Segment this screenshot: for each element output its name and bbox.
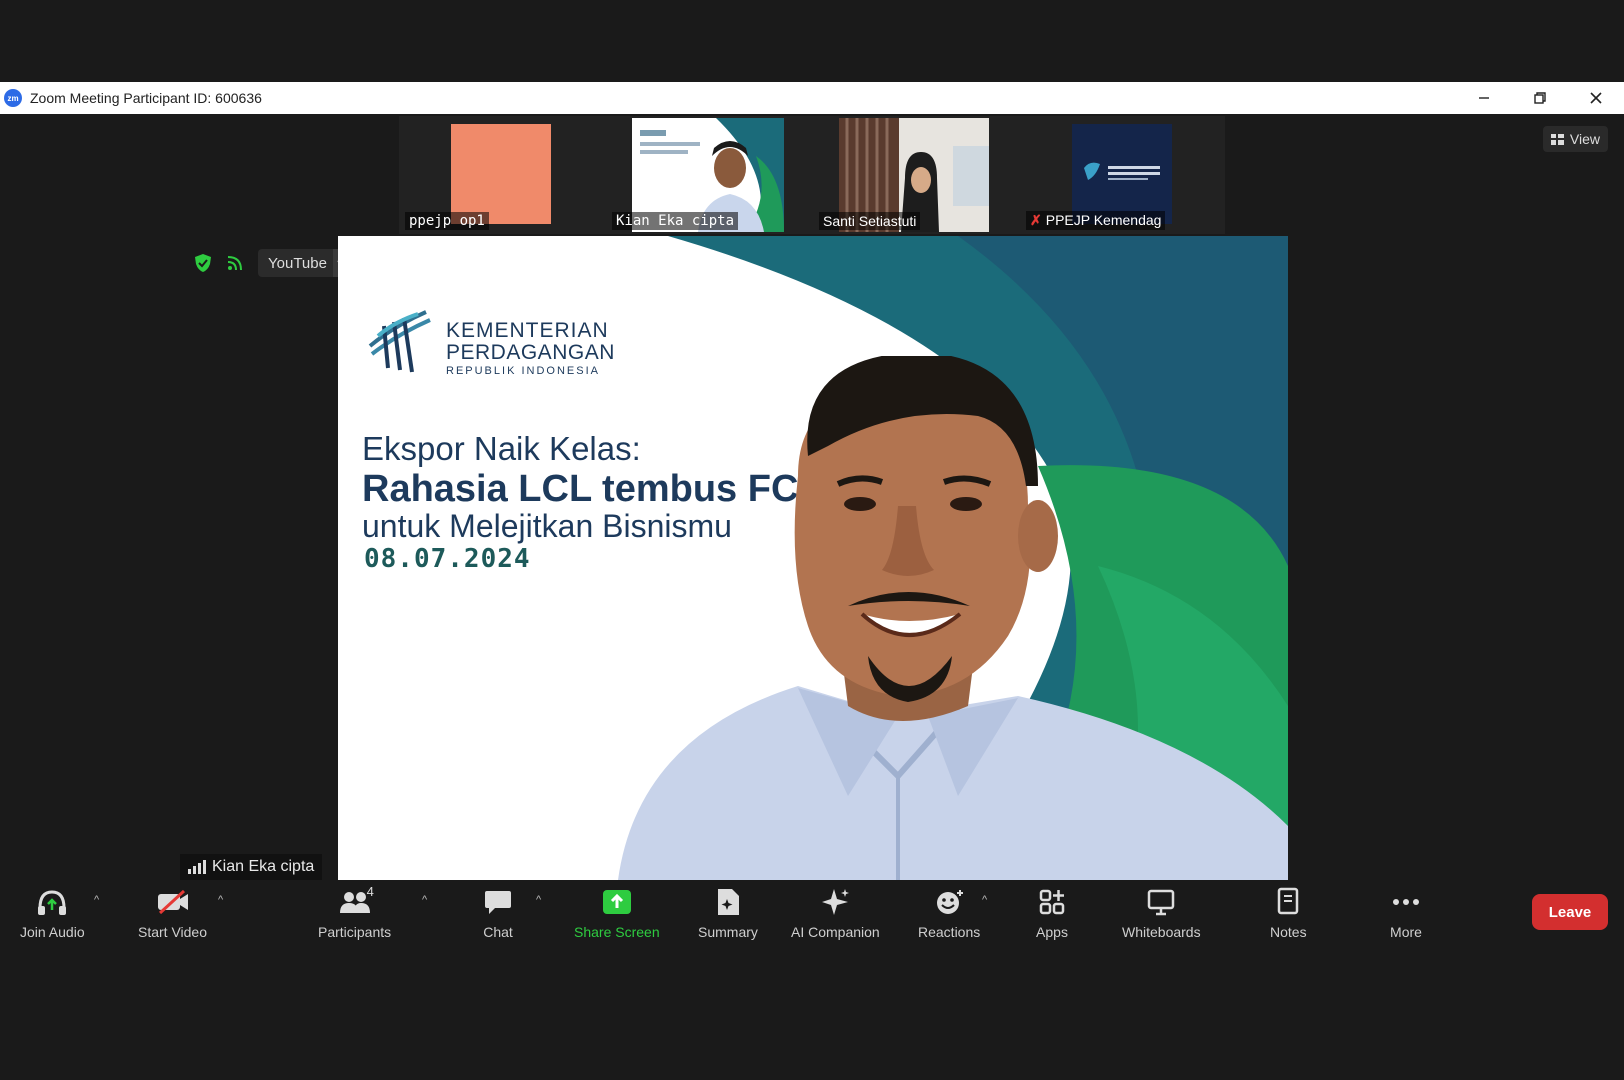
participant-tile[interactable]: ppejp op1 bbox=[399, 116, 602, 234]
join-audio-label: Join Audio bbox=[20, 924, 85, 940]
chat-label: Chat bbox=[483, 924, 513, 940]
window-title: Zoom Meeting Participant ID: 600636 bbox=[30, 90, 262, 106]
participant-tile[interactable]: Santi Setiastuti bbox=[813, 116, 1016, 234]
participants-options-chevron-icon[interactable]: ^ bbox=[422, 894, 427, 906]
avatar bbox=[451, 124, 551, 224]
reactions-options-chevron-icon[interactable]: ^ bbox=[982, 894, 987, 906]
whiteboard-icon bbox=[1148, 889, 1175, 916]
join-audio-button[interactable]: Join Audio bbox=[20, 886, 85, 940]
close-button[interactable] bbox=[1568, 82, 1624, 114]
muted-mic-icon: ✗ bbox=[1030, 212, 1042, 228]
summary-label: Summary bbox=[698, 924, 758, 940]
ai-companion-label: AI Companion bbox=[791, 924, 880, 940]
connection-signal-icon bbox=[188, 860, 206, 874]
ai-companion-button[interactable]: AI Companion bbox=[791, 886, 880, 940]
more-dots-icon bbox=[1393, 899, 1419, 905]
share-screen-icon bbox=[602, 890, 631, 914]
participant-thumbnail-strip: ppejp op1 Kian Eka cipta Santi Setiastut… bbox=[399, 116, 1225, 234]
ministry-logo-icon bbox=[368, 310, 431, 373]
meeting-status-row: YouTube ▼ bbox=[194, 248, 351, 278]
participants-label: Participants bbox=[318, 924, 392, 940]
share-screen-button[interactable]: Share Screen bbox=[574, 886, 660, 940]
headphones-icon bbox=[38, 890, 67, 915]
meeting-toolbar: Join Audio ^ Start Video ^ 4 Participant… bbox=[0, 880, 1624, 946]
youtube-stream-chip[interactable]: YouTube ▼ bbox=[258, 249, 351, 277]
notes-button[interactable]: Notes bbox=[1270, 886, 1307, 940]
active-speaker-name: Kian Eka cipta bbox=[212, 858, 315, 875]
minimize-button[interactable] bbox=[1456, 82, 1512, 114]
participant-name-text: PPEJP Kemendag bbox=[1045, 212, 1162, 228]
start-video-label: Start Video bbox=[138, 924, 208, 940]
live-stream-icon[interactable] bbox=[226, 254, 244, 272]
stream-platform-label: YouTube bbox=[268, 254, 327, 272]
more-label: More bbox=[1390, 924, 1422, 940]
grid-icon bbox=[1550, 133, 1564, 145]
active-speaker-label: Kian Eka cipta bbox=[180, 854, 323, 880]
ministry-name-line: PERDAGANGAN bbox=[446, 341, 615, 364]
more-button[interactable]: More bbox=[1388, 886, 1424, 940]
notes-label: Notes bbox=[1270, 924, 1307, 940]
slide-date: 08.07.2024 bbox=[364, 544, 531, 574]
summary-icon bbox=[717, 889, 739, 915]
participants-count: 4 bbox=[366, 884, 374, 899]
view-label: View bbox=[1569, 131, 1600, 147]
zoom-logo-icon: zm bbox=[4, 89, 22, 107]
restore-icon bbox=[1534, 92, 1546, 104]
start-video-button[interactable]: Start Video bbox=[138, 886, 207, 940]
speaker-person bbox=[618, 356, 1288, 880]
whiteboards-label: Whiteboards bbox=[1122, 924, 1201, 940]
apps-button[interactable]: Apps bbox=[1034, 886, 1070, 940]
share-screen-label: Share Screen bbox=[574, 924, 660, 940]
zoom-window: zm Zoom Meeting Participant ID: 600636 p… bbox=[0, 82, 1624, 946]
security-shield-icon[interactable] bbox=[194, 253, 212, 273]
participant-tile[interactable]: ✗ PPEJP Kemendag bbox=[1020, 116, 1223, 234]
leave-button[interactable]: Leave bbox=[1532, 894, 1608, 930]
title-bar: zm Zoom Meeting Participant ID: 600636 bbox=[0, 82, 1624, 114]
participant-name: ppejp op1 bbox=[405, 212, 489, 230]
window-controls bbox=[1456, 82, 1624, 114]
apps-label: Apps bbox=[1036, 924, 1068, 940]
reactions-label: Reactions bbox=[918, 924, 981, 940]
participant-name: ✗ PPEJP Kemendag bbox=[1026, 211, 1166, 230]
apps-icon bbox=[1039, 889, 1065, 915]
view-button[interactable]: View bbox=[1542, 126, 1608, 152]
chat-options-chevron-icon[interactable]: ^ bbox=[536, 894, 541, 906]
ministry-name-line: KEMENTERIAN bbox=[446, 319, 609, 342]
participant-name: Kian Eka cipta bbox=[612, 212, 739, 230]
participants-button[interactable]: 4 Participants bbox=[318, 884, 392, 940]
sparkle-icon bbox=[822, 889, 850, 915]
close-icon bbox=[1590, 92, 1602, 104]
video-options-chevron-icon[interactable]: ^ bbox=[218, 894, 223, 906]
reactions-button[interactable]: Reactions bbox=[918, 886, 980, 940]
video-off-icon bbox=[157, 889, 188, 915]
restore-button[interactable] bbox=[1512, 82, 1568, 114]
participant-tile[interactable]: Kian Eka cipta bbox=[606, 116, 809, 234]
chat-button[interactable]: Chat bbox=[480, 886, 516, 940]
minimize-icon bbox=[1479, 97, 1489, 99]
notes-icon bbox=[1278, 887, 1299, 915]
whiteboards-button[interactable]: Whiteboards bbox=[1122, 886, 1201, 940]
summary-button[interactable]: Summary bbox=[698, 886, 758, 940]
participant-name: Santi Setiastuti bbox=[819, 212, 921, 230]
chat-icon bbox=[485, 891, 511, 914]
ministry-name-line: REPUBLIK INDONESIA bbox=[446, 365, 600, 377]
audio-options-chevron-icon[interactable]: ^ bbox=[94, 894, 99, 906]
smiley-icon bbox=[937, 890, 964, 914]
ministry-name: KEMENTERIAN PERDAGANGAN REPUBLIK INDONES… bbox=[446, 320, 615, 377]
active-speaker-video: KEMENTERIAN PERDAGANGAN REPUBLIK INDONES… bbox=[338, 236, 1288, 880]
